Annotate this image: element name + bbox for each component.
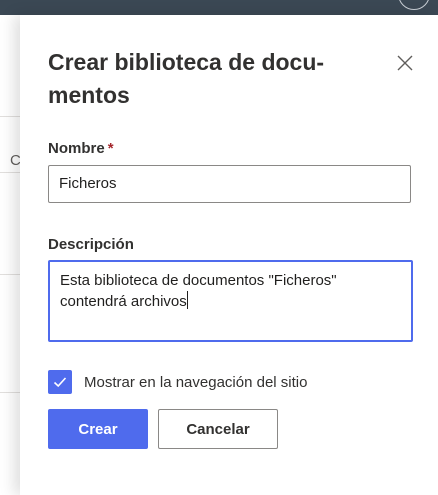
background-divider [0, 274, 20, 275]
top-nav-bar [0, 0, 438, 15]
background-divider [0, 116, 20, 117]
background-page: C [0, 15, 21, 495]
text-caret [186, 291, 188, 309]
avatar[interactable] [398, 0, 430, 10]
name-label: Nombre * [48, 140, 114, 157]
description-text: Esta biblioteca de documentos "Ficheros"… [60, 272, 337, 310]
create-button[interactable]: Crear [48, 409, 148, 449]
panel-title: Crear biblioteca de docu-mentos [48, 49, 325, 108]
description-label: Descripción [48, 236, 134, 253]
close-button[interactable] [393, 51, 417, 75]
create-library-panel: Crear biblioteca de docu-mentos Nombre * … [20, 15, 438, 495]
checkmark-icon [53, 377, 67, 388]
background-divider [0, 172, 20, 173]
required-indicator: * [107, 140, 114, 157]
show-in-navigation-option[interactable]: Mostrar en la navegación del sitio [48, 370, 307, 394]
description-textarea[interactable]: Esta biblioteca de documentos "Ficheros"… [48, 260, 413, 342]
background-divider [0, 392, 20, 393]
close-icon [397, 55, 413, 71]
name-input[interactable]: Ficheros [48, 165, 411, 203]
show-in-navigation-label: Mostrar en la navegación del sitio [84, 373, 308, 391]
show-in-navigation-checkbox[interactable] [48, 370, 72, 394]
cancel-button[interactable]: Cancelar [158, 409, 278, 449]
name-label-text: Nombre [48, 140, 105, 157]
